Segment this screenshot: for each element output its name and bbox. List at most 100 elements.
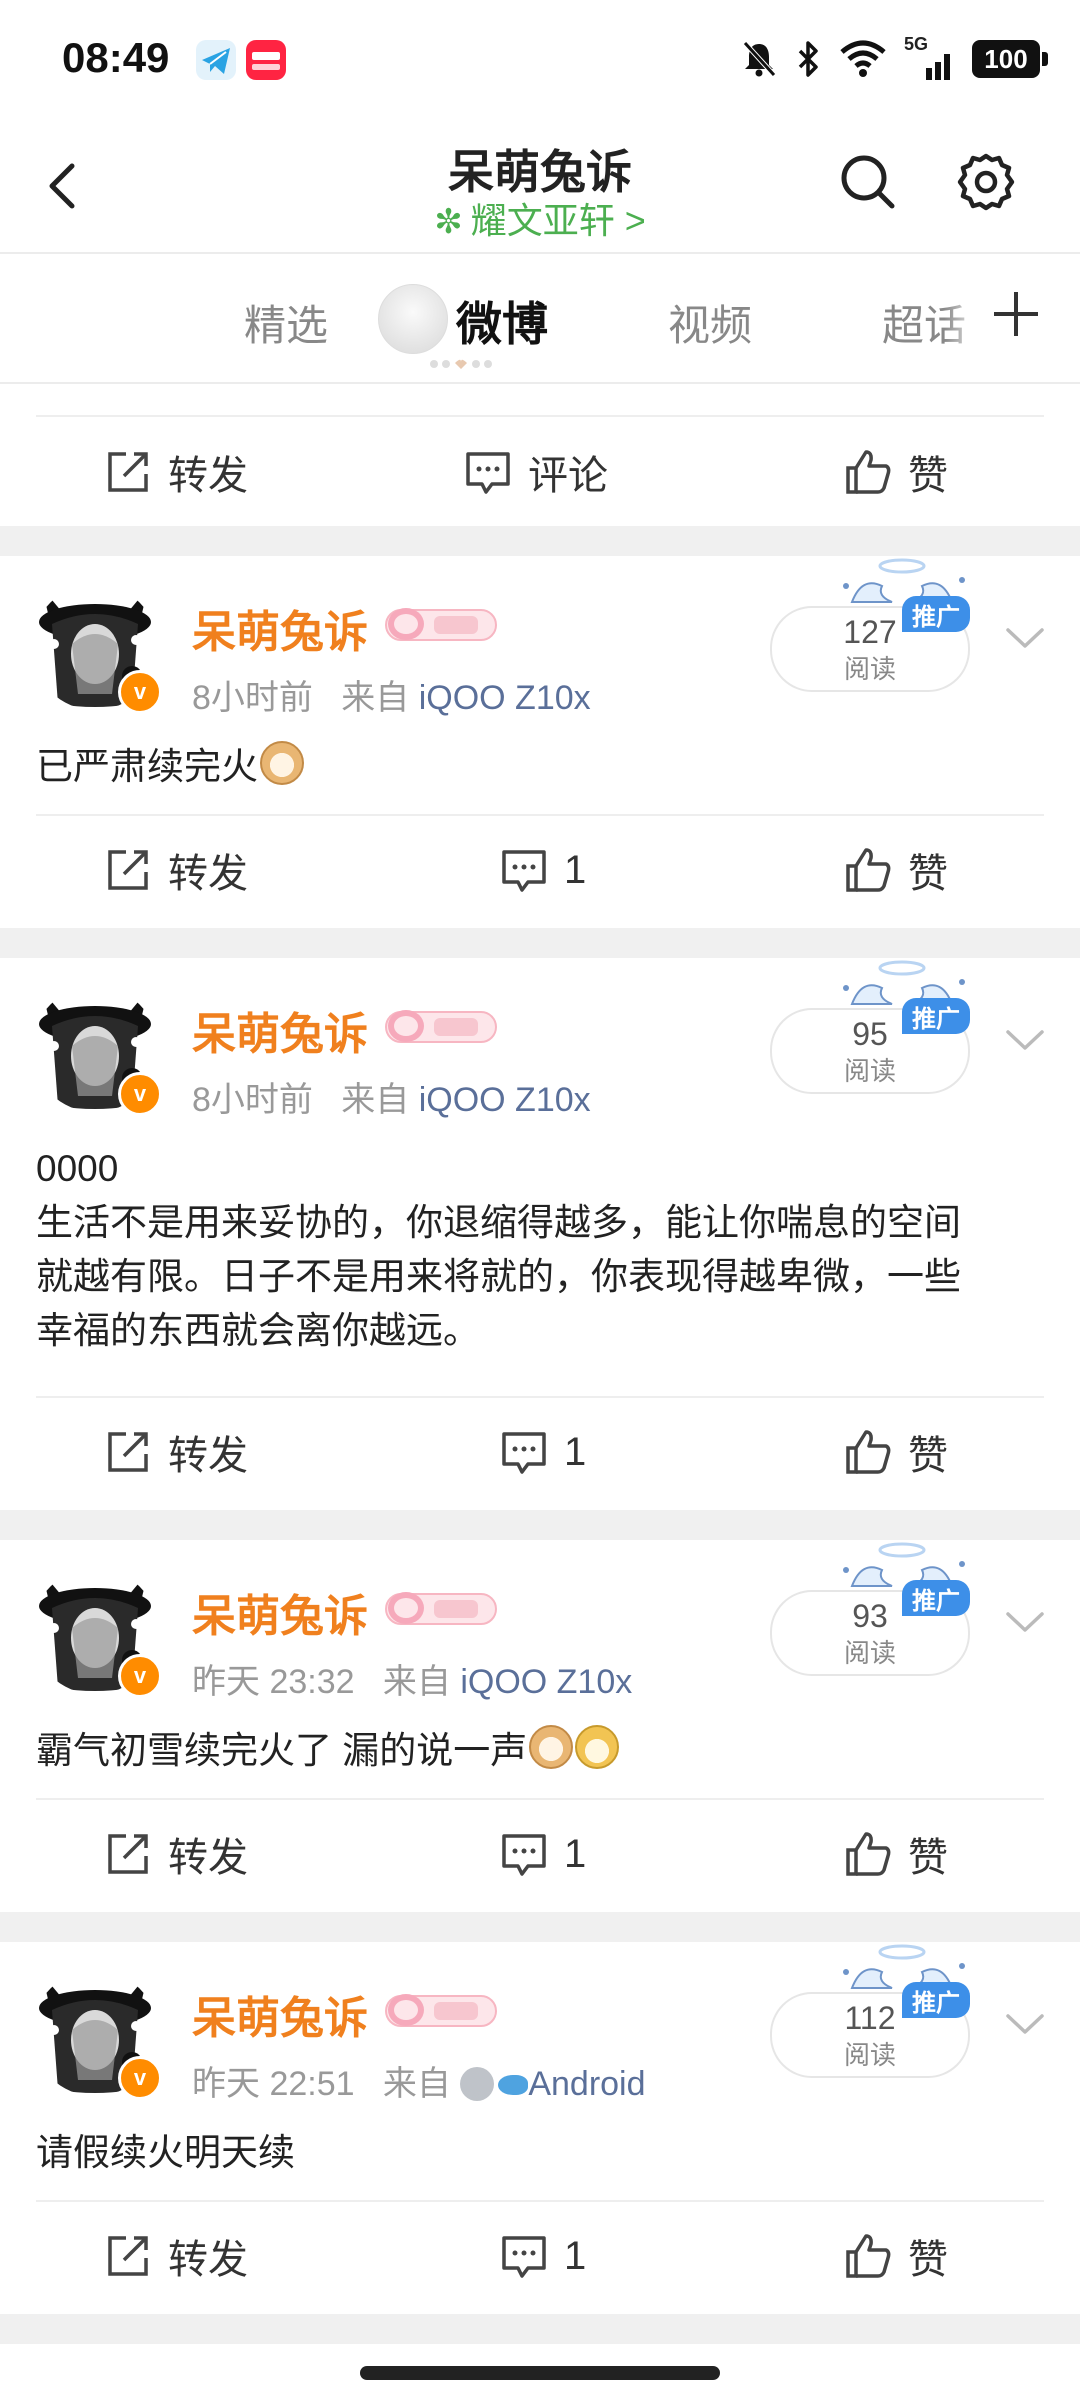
- comment-icon: [502, 2236, 546, 2278]
- chevron-down-icon: [1006, 1612, 1044, 1632]
- repost-button[interactable]: 转发: [104, 418, 248, 526]
- repost-icon: [108, 1432, 148, 1472]
- promote-badge[interactable]: 推广: [902, 1982, 970, 2018]
- like-label: 赞: [908, 852, 948, 896]
- tab-featured[interactable]: 精选: [244, 292, 328, 353]
- post-card[interactable]: v 呆萌兔诉 8小时前 来自 iQOO Z10x 95 阅读 推广 0000 生活不是用来妥协…: [0, 958, 1080, 1510]
- post-device[interactable]: iQOO Z10x: [419, 679, 591, 717]
- like-button[interactable]: 赞: [844, 1800, 948, 1908]
- comment-button[interactable]: 评论: [464, 418, 608, 526]
- home-indicator[interactable]: [360, 2366, 720, 2380]
- post-time: 8小时前: [192, 679, 313, 717]
- section-separator: [0, 526, 1080, 556]
- settings-button[interactable]: [954, 150, 1018, 214]
- repost-button[interactable]: 转发: [104, 816, 248, 924]
- post-meta: 8小时前 来自 iQOO Z10x: [192, 1072, 591, 1121]
- like-icon: [846, 848, 891, 892]
- post-device[interactable]: Android: [528, 2065, 645, 2103]
- read-count-label: 阅读: [843, 1056, 896, 1086]
- post-username[interactable]: 呆萌兔诉: [192, 596, 368, 660]
- post-content[interactable]: 0000 生活不是用来妥协的，你退缩得越多，能让你喘息的空间 就越有限。日子不是用来…: [36, 1142, 1044, 1358]
- divider: [36, 415, 1044, 417]
- post-menu-button[interactable]: [1002, 1598, 1048, 1644]
- tab-scroll-fade: [944, 254, 984, 380]
- post-device[interactable]: iQOO Z10x: [419, 1081, 591, 1119]
- comment-icon: [466, 452, 510, 494]
- mute-bell-icon: [743, 41, 776, 77]
- repost-label: 转发: [168, 1434, 248, 1478]
- member-level-badge-icon: [385, 608, 497, 641]
- post-card[interactable]: v 呆萌兔诉 昨天 22:51 来自 Android 112 阅读 推广 请假续火明天续 转发…: [0, 1942, 1080, 2314]
- top-navigation-bar: 呆萌兔诉 ✼ 耀文亚轩 >: [0, 120, 1080, 254]
- dog-emoji-icon: [575, 1725, 620, 1769]
- tab-weibo[interactable]: 微博: [456, 288, 548, 354]
- post-menu-button[interactable]: [1002, 2000, 1048, 2046]
- promote-badge[interactable]: 推广: [902, 998, 970, 1034]
- plus-icon: [994, 292, 1038, 336]
- post-content[interactable]: 请假续火明天续: [36, 2126, 1044, 2180]
- post-username[interactable]: 呆萌兔诉: [192, 1982, 368, 2046]
- post-menu-button[interactable]: [1002, 614, 1048, 660]
- wolf-emoji-icon: [460, 2067, 495, 2101]
- post-content[interactable]: 已严肃续完火: [36, 740, 1044, 794]
- cat-emoji-icon: [260, 741, 304, 785]
- post-source-prefix: 来自: [382, 2065, 451, 2103]
- post-meta: 8小时前 来自 iQOO Z10x: [192, 670, 591, 719]
- post-content[interactable]: 霸气初雪续完火了 漏的说一声: [36, 1724, 1044, 1778]
- post-source-prefix: 来自: [382, 1663, 451, 1701]
- post-username[interactable]: 呆萌兔诉: [192, 1580, 368, 1644]
- post-device[interactable]: iQOO Z10x: [460, 1663, 632, 1701]
- verified-badge-icon: v: [118, 1654, 162, 1698]
- supertopic-label: 耀文亚轩 >: [470, 200, 646, 241]
- read-count-label: 阅读: [843, 1638, 896, 1668]
- promote-badge[interactable]: 推广: [902, 1580, 970, 1616]
- search-button[interactable]: [836, 150, 900, 214]
- member-level-badge-icon: [385, 1592, 497, 1625]
- status-time: 08:49: [62, 34, 170, 81]
- shell-decoration-icon: [378, 284, 448, 354]
- post-action-bar: 转发 评论 赞: [0, 418, 1080, 526]
- comment-button[interactable]: 1: [500, 816, 586, 924]
- supertopic-link[interactable]: ✼ 耀文亚轩 >: [0, 192, 1080, 244]
- battery-icon: 100: [972, 40, 1048, 78]
- comment-button[interactable]: 1: [500, 1398, 586, 1506]
- post-menu-button[interactable]: [1002, 1016, 1048, 1062]
- tab-video[interactable]: 视频: [668, 292, 752, 353]
- repost-icon: [108, 452, 148, 492]
- bluetooth-icon: [798, 41, 818, 77]
- comment-button[interactable]: 1: [500, 2202, 586, 2310]
- repost-label: 转发: [168, 454, 248, 498]
- like-label: 赞: [908, 2238, 948, 2282]
- add-tab-button[interactable]: [986, 284, 1046, 344]
- post-action-bar: 转发 1 赞: [0, 1800, 1080, 1908]
- comment-count: 1: [564, 847, 587, 892]
- like-label: 赞: [908, 1434, 948, 1478]
- promote-badge[interactable]: 推广: [902, 596, 970, 632]
- cat-emoji-icon: [529, 1725, 574, 1769]
- like-button[interactable]: 赞: [844, 418, 948, 526]
- post-action-bar: 转发 1 赞: [0, 816, 1080, 924]
- wifi-icon: [840, 40, 886, 77]
- sparkle-icon: ✼: [434, 203, 463, 241]
- like-button[interactable]: 赞: [844, 1398, 948, 1506]
- like-button[interactable]: 赞: [844, 816, 948, 924]
- section-separator: [0, 928, 1080, 958]
- like-icon: [846, 1832, 891, 1876]
- search-icon: [841, 155, 895, 209]
- read-count-label: 阅读: [843, 2040, 896, 2070]
- post-card[interactable]: v 呆萌兔诉 8小时前 来自 iQOO Z10x 127 阅读 推广 已严肃续完火 转发 1 赞: [0, 556, 1080, 928]
- verified-badge-icon: v: [118, 670, 162, 714]
- comment-button[interactable]: 1: [500, 1800, 586, 1908]
- repost-button[interactable]: 转发: [104, 2202, 248, 2310]
- post-card[interactable]: v 呆萌兔诉 昨天 23:32 来自 iQOO Z10x 93 阅读 推广 霸气初雪续完火了…: [0, 1540, 1080, 1912]
- section-separator: [0, 2314, 1080, 2344]
- status-bar: 08:49 5G 100: [0, 0, 1080, 120]
- repost-button[interactable]: 转发: [104, 1398, 248, 1506]
- post-username[interactable]: 呆萌兔诉: [192, 998, 368, 1062]
- post-text-line: 已严肃续完火: [36, 746, 258, 787]
- like-button[interactable]: 赞: [844, 2202, 948, 2310]
- repost-button[interactable]: 转发: [104, 1800, 248, 1908]
- post-meta: 昨天 23:32 来自 iQOO Z10x: [192, 1654, 632, 1703]
- verified-badge-icon: v: [118, 2056, 162, 2100]
- repost-label: 转发: [168, 2238, 248, 2282]
